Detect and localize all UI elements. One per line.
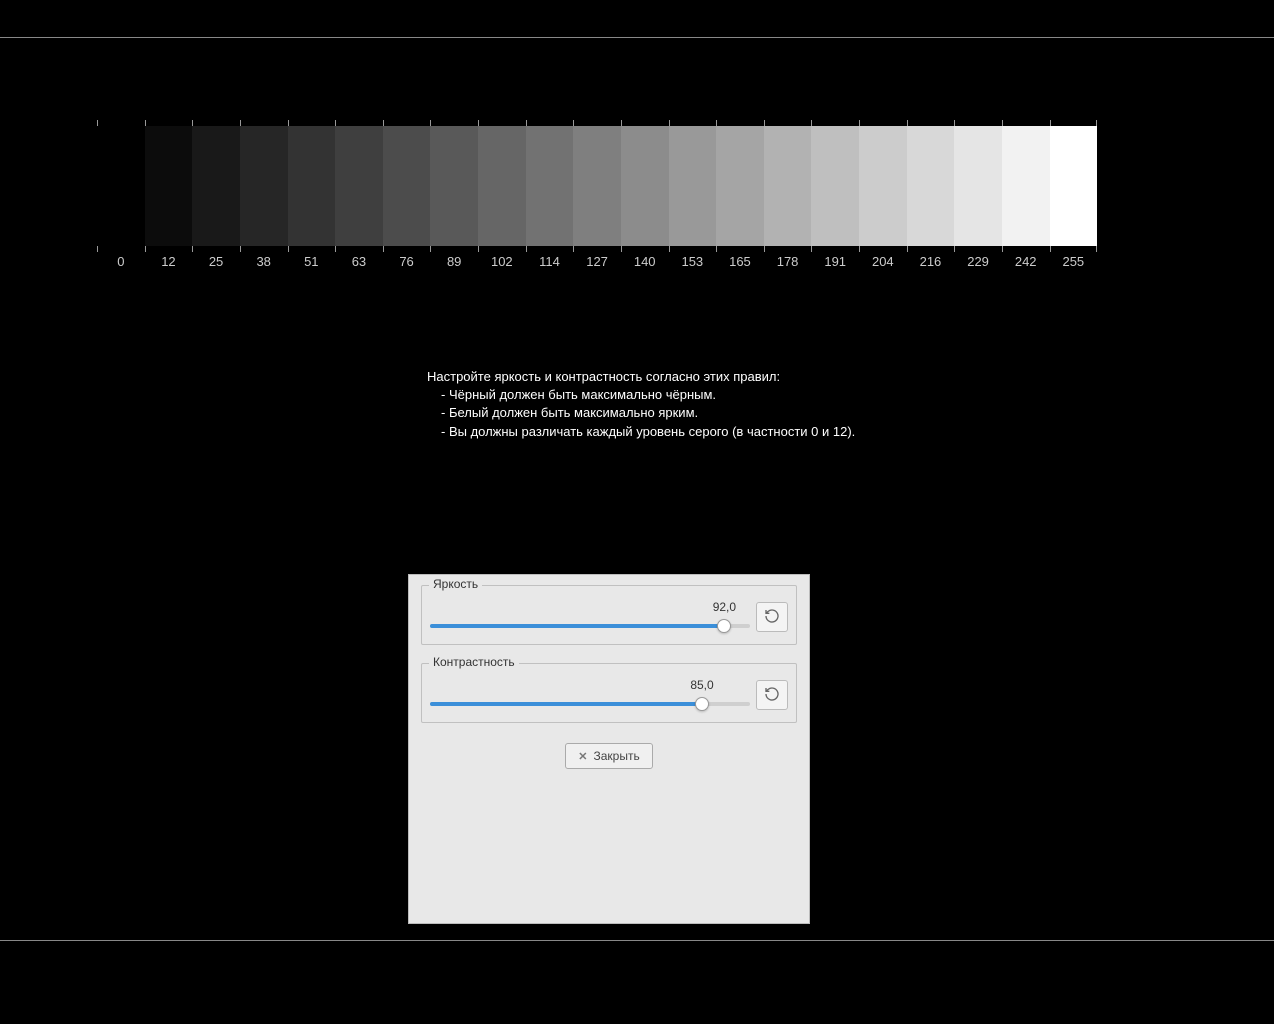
contrast-slider[interactable] [430, 696, 750, 712]
tick-label: 38 [256, 254, 270, 269]
instructions-line2: - Белый должен быть максимально ярким. [427, 404, 855, 422]
gradient-cell [192, 126, 240, 246]
tick-label: 216 [920, 254, 942, 269]
contrast-group: Контрастность 85,0 [421, 663, 797, 723]
tick-label: 242 [1015, 254, 1037, 269]
bottom-divider [0, 940, 1274, 941]
tick-label: 229 [967, 254, 989, 269]
brightness-value: 92,0 [713, 600, 736, 614]
tick-label: 153 [681, 254, 703, 269]
contrast-reset-button[interactable] [756, 680, 788, 710]
gradient-cell [764, 126, 812, 246]
close-button-label: Закрыть [594, 749, 640, 763]
gradient-cell [573, 126, 621, 246]
contrast-label: Контрастность [429, 655, 519, 669]
gradient-cell [716, 126, 764, 246]
instructions-line1: - Чёрный должен быть максимально чёрным. [427, 386, 855, 404]
brightness-contrast-dialog: Яркость 92,0 [408, 574, 810, 924]
tick-label: 191 [824, 254, 846, 269]
gradient-cell [1050, 126, 1098, 246]
tick-label: 0 [117, 254, 124, 269]
tick-label: 51 [304, 254, 318, 269]
gradient-cell [811, 126, 859, 246]
gradient-cell [907, 126, 955, 246]
instructions-text: Настройте яркость и контрастность соглас… [427, 368, 855, 441]
gradient-cell [383, 126, 431, 246]
gradient-cell [621, 126, 669, 246]
gradient-cell [240, 126, 288, 246]
contrast-value: 85,0 [690, 678, 713, 692]
tick-label: 25 [209, 254, 223, 269]
brightness-slider[interactable] [430, 618, 750, 634]
gradient-cell [859, 126, 907, 246]
close-button[interactable]: ✕ Закрыть [565, 743, 652, 769]
instructions-line3: - Вы должны различать каждый уровень сер… [427, 423, 855, 441]
undo-icon [764, 608, 780, 627]
tick-label: 12 [161, 254, 175, 269]
gradient-cell [145, 126, 193, 246]
top-divider [0, 37, 1274, 38]
tick-label: 76 [399, 254, 413, 269]
brightness-group: Яркость 92,0 [421, 585, 797, 645]
tick-label: 255 [1062, 254, 1084, 269]
gradient-cell [335, 126, 383, 246]
tick-label: 102 [491, 254, 513, 269]
gradient-cell [1002, 126, 1050, 246]
tick-label: 89 [447, 254, 461, 269]
calibration-gradient: 0122538516376891021141271401531651781912… [97, 120, 1097, 250]
gradient-cell [478, 126, 526, 246]
gradient-cell [954, 126, 1002, 246]
tick-label: 63 [352, 254, 366, 269]
tick-label: 178 [777, 254, 799, 269]
brightness-reset-button[interactable] [756, 602, 788, 632]
tick-label: 127 [586, 254, 608, 269]
gradient-cell [430, 126, 478, 246]
brightness-label: Яркость [429, 577, 482, 591]
tick-label: 204 [872, 254, 894, 269]
tick-label: 114 [539, 254, 560, 269]
instructions-title: Настройте яркость и контрастность соглас… [427, 368, 855, 386]
undo-icon [764, 686, 780, 705]
gradient-cell [288, 126, 336, 246]
gradient-cell [526, 126, 574, 246]
tick-label: 165 [729, 254, 751, 269]
tick-label: 140 [634, 254, 656, 269]
gradient-cell [97, 126, 145, 246]
close-icon: ✕ [578, 750, 587, 763]
gradient-cell [669, 126, 717, 246]
